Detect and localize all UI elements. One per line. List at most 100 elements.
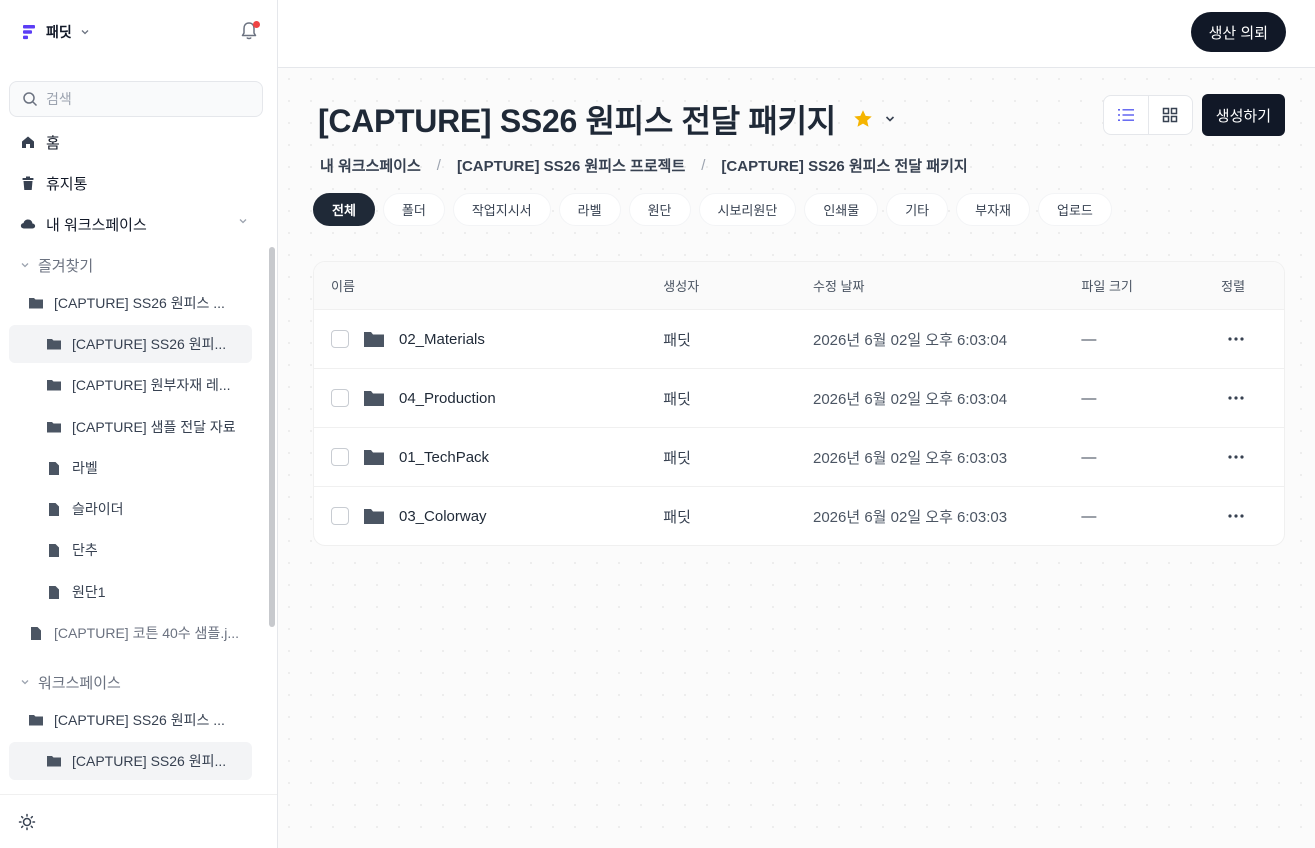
folder-icon — [364, 450, 384, 465]
row-size: — — [1081, 507, 1097, 525]
chevron-down-icon — [81, 30, 89, 35]
row-name[interactable]: 03_Colorway — [399, 508, 487, 525]
sidebar-item-folder-active[interactable]: [CAPTURE] SS26 원피... — [9, 325, 252, 363]
breadcrumb-item-current[interactable]: [CAPTURE] SS26 원피스 전달 패키지 — [721, 155, 967, 176]
sidebar-item-folder[interactable]: [CAPTURE] 원부자재 레... — [46, 366, 256, 404]
tab-all[interactable]: 전체 — [313, 193, 375, 226]
view-toggle — [1103, 95, 1193, 135]
star-icon[interactable] — [852, 108, 874, 130]
sidebar-item-file[interactable]: 슬라이더 — [46, 490, 256, 528]
breadcrumb-separator: / — [436, 157, 441, 174]
row-modified: 2026년 6월 02일 오후 6:03:03 — [812, 449, 1008, 467]
nav-my-workspace[interactable]: 내 워크스페이스 — [20, 212, 147, 236]
file-icon — [31, 626, 41, 640]
table-row[interactable]: 02_Materials 패딧 2026년 6월 02일 오후 6:03:04 … — [314, 309, 1284, 368]
sidebar-item-file[interactable]: [CAPTURE] 코튼 40수 샘플.j... — [28, 614, 256, 652]
column-modified[interactable]: 수정 날짜 — [813, 276, 1081, 295]
theme-toggle-button[interactable] — [18, 813, 36, 831]
sidebar-scrollbar[interactable] — [269, 247, 275, 627]
tab-fabric[interactable]: 원단 — [628, 193, 691, 226]
folder-open-icon — [29, 298, 43, 309]
row-size: — — [1081, 330, 1097, 348]
sidebar: 패딧 홈 휴지통 내 워크스페이스 즐겨찾기 [CAPTURE] SS26 원피… — [0, 0, 278, 848]
table-header: 이름 생성자 수정 날짜 파일 크기 정렬 — [314, 262, 1284, 309]
row-checkbox[interactable] — [331, 389, 349, 407]
column-size[interactable]: 파일 크기 — [1081, 276, 1221, 295]
row-creator: 패딧 — [663, 508, 691, 526]
row-name[interactable]: 02_Materials — [399, 331, 485, 348]
title-row: [CAPTURE] SS26 원피스 전달 패키지 — [318, 96, 896, 142]
tab-other[interactable]: 기타 — [886, 193, 949, 226]
sidebar-item-file[interactable]: 단추 — [46, 531, 256, 569]
sidebar-item-label: [CAPTURE] SS26 원피... — [72, 753, 227, 769]
sun-icon — [18, 813, 36, 831]
sidebar-item-label: 단추 — [72, 542, 98, 558]
breadcrumb-item[interactable]: [CAPTURE] SS26 원피스 프로젝트 — [457, 155, 685, 176]
row-more-button[interactable] — [1224, 327, 1248, 351]
sidebar-item-label: [CAPTURE] 원부자재 레... — [72, 377, 231, 393]
row-more-button[interactable] — [1224, 386, 1248, 410]
create-button[interactable]: 생성하기 — [1201, 94, 1285, 136]
home-icon — [22, 136, 34, 148]
row-checkbox[interactable] — [331, 507, 349, 525]
sidebar-item-label: 원단1 — [72, 584, 106, 600]
row-checkbox[interactable] — [331, 448, 349, 466]
section-workspace[interactable]: 워크스페이스 — [20, 671, 121, 693]
sidebar-footer — [0, 794, 277, 848]
search-input[interactable] — [46, 91, 246, 107]
production-request-button[interactable]: 생산 의뢰 — [1190, 12, 1286, 52]
tab-folder[interactable]: 폴더 — [382, 193, 445, 226]
sidebar-item-file[interactable]: 원단1 — [46, 573, 256, 611]
search-box[interactable] — [9, 81, 263, 117]
grid-view-button[interactable] — [1147, 96, 1193, 134]
column-creator[interactable]: 생성자 — [663, 276, 813, 295]
breadcrumb-item[interactable]: 내 워크스페이스 — [320, 155, 421, 176]
row-name[interactable]: 01_TechPack — [399, 449, 489, 466]
chevron-down-icon — [21, 680, 29, 685]
notifications-button[interactable] — [240, 21, 260, 41]
row-more-button[interactable] — [1224, 504, 1248, 528]
sidebar-item-file[interactable]: 라벨 — [46, 449, 256, 487]
sidebar-item-folder-active[interactable]: [CAPTURE] SS26 원피... — [9, 742, 252, 780]
tab-rib-fabric[interactable]: 시보리원단 — [698, 193, 797, 226]
tab-accessories[interactable]: 부자재 — [956, 193, 1031, 226]
tab-label[interactable]: 라벨 — [558, 193, 621, 226]
workspace-name: 패딧 — [46, 24, 72, 40]
table-row[interactable]: 04_Production 패딧 2026년 6월 02일 오후 6:03:04… — [314, 368, 1284, 427]
folder-icon — [47, 422, 61, 433]
tab-work-order[interactable]: 작업지시서 — [452, 193, 551, 226]
chevron-down-icon[interactable] — [238, 216, 248, 226]
row-checkbox[interactable] — [331, 330, 349, 348]
row-more-button[interactable] — [1224, 445, 1248, 469]
top-bar: 생산 의뢰 — [278, 0, 1315, 68]
folder-icon — [47, 756, 61, 767]
more-icon — [1228, 455, 1244, 459]
sort-button[interactable]: 정렬 — [1221, 276, 1284, 295]
nav-trash[interactable]: 휴지통 — [20, 171, 87, 195]
tab-print[interactable]: 인쇄물 — [804, 193, 879, 226]
tab-upload[interactable]: 업로드 — [1038, 193, 1112, 226]
table-row[interactable]: 01_TechPack 패딧 2026년 6월 02일 오후 6:03:03 — — [314, 427, 1284, 486]
brand-logo-icon — [23, 25, 35, 40]
workspace-switcher[interactable]: 패딧 — [20, 20, 90, 44]
chevron-down-icon[interactable] — [884, 113, 896, 125]
sidebar-item-folder[interactable]: [CAPTURE] SS26 원피스 ... — [28, 701, 254, 739]
section-favorites[interactable]: 즐겨찾기 — [20, 254, 93, 276]
section-workspace-label: 워크스페이스 — [38, 674, 121, 692]
folder-icon — [364, 332, 384, 347]
nav-trash-label: 휴지통 — [46, 175, 88, 193]
sidebar-item-folder[interactable]: [CAPTURE] 샘플 전달 자료 — [46, 408, 256, 446]
trash-icon — [22, 176, 34, 190]
row-name[interactable]: 04_Production — [399, 390, 496, 407]
list-view-icon — [1117, 109, 1134, 121]
row-creator: 패딧 — [663, 390, 691, 408]
table-row[interactable]: 03_Colorway 패딧 2026년 6월 02일 오후 6:03:03 — — [314, 486, 1284, 545]
nav-home[interactable]: 홈 — [20, 130, 60, 154]
sidebar-item-folder[interactable]: [CAPTURE] SS26 원피스 ... — [28, 284, 254, 322]
more-icon — [1228, 396, 1244, 400]
file-icon — [49, 585, 59, 599]
list-view-button[interactable] — [1104, 96, 1148, 134]
main-content: [CAPTURE] SS26 원피스 전달 패키지 생성하기 내 워크스페이스 … — [278, 68, 1315, 848]
column-name[interactable]: 이름 — [314, 276, 663, 295]
folder-icon — [47, 380, 61, 391]
